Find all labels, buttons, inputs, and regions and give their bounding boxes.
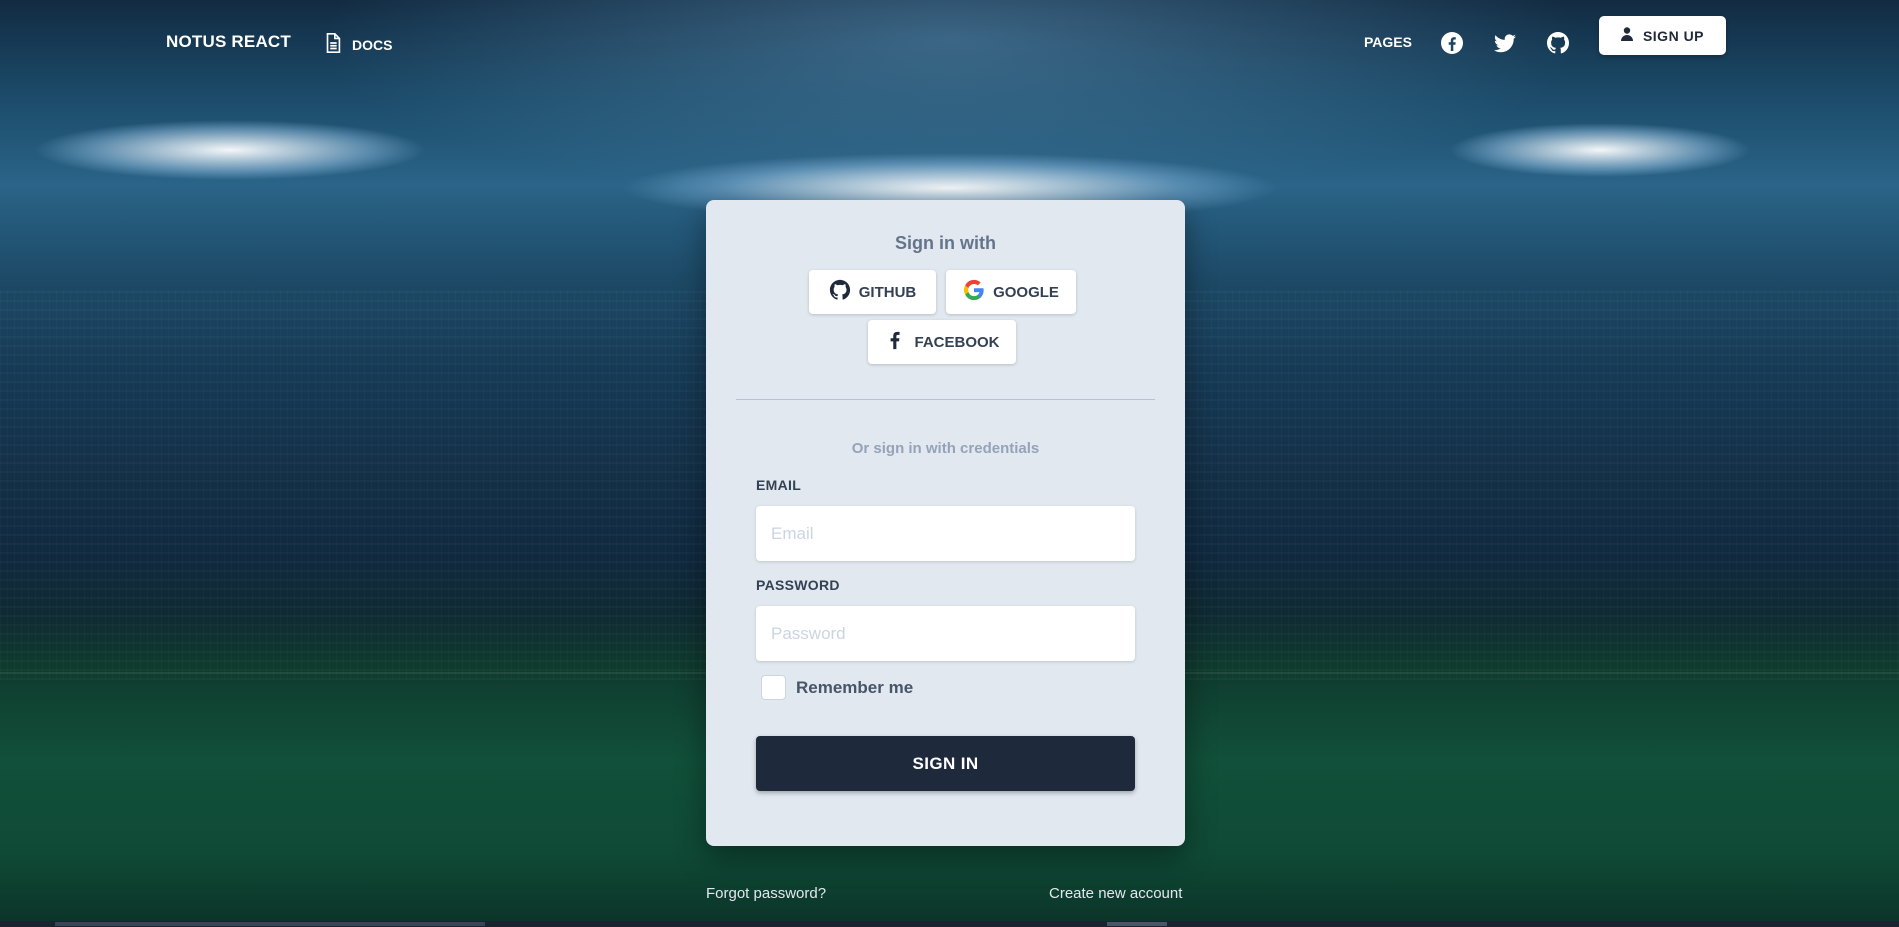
facebook-icon[interactable] [1440, 31, 1464, 55]
facebook-signin-button[interactable]: FACEBOOK [868, 320, 1016, 364]
divider [736, 399, 1155, 400]
password-label: PASSWORD [756, 577, 840, 593]
github-icon[interactable] [1546, 31, 1570, 55]
pages-dropdown[interactable]: PAGES [1364, 34, 1412, 50]
facebook-icon [884, 329, 906, 355]
brand-link[interactable]: NOTUS REACT [166, 32, 291, 52]
sign-in-button[interactable]: SIGN IN [756, 736, 1135, 791]
email-label: EMAIL [756, 477, 802, 493]
credentials-subheading: Or sign in with credentials [851, 440, 1040, 457]
horizontal-scrollbar[interactable] [0, 921, 1899, 927]
remember-me-row: Remember me [761, 675, 913, 700]
remember-me-label[interactable]: Remember me [796, 678, 913, 698]
scrollbar-track [55, 922, 485, 926]
facebook-button-label: FACEBOOK [914, 333, 1000, 351]
signup-label: SIGN UP [1642, 27, 1705, 44]
github-icon [829, 279, 851, 305]
top-navbar: NOTUS REACT DOCS PAGES SIGN UP [0, 0, 1899, 84]
google-button-label: GOOGLE [993, 283, 1059, 301]
password-input[interactable] [756, 606, 1135, 661]
signup-button[interactable]: SIGN UP [1599, 16, 1726, 55]
github-signin-button[interactable]: GITHUB [809, 270, 936, 314]
scrollbar-thumb[interactable] [1107, 922, 1167, 926]
email-input[interactable] [756, 506, 1135, 561]
docs-label: DOCS [352, 36, 393, 53]
document-icon [322, 31, 344, 58]
remember-me-checkbox[interactable] [761, 675, 786, 700]
docs-link[interactable]: DOCS [322, 31, 392, 58]
create-account-link[interactable]: Create new account [1049, 885, 1182, 902]
login-card: Sign in with GITHUB GOOGLE FACEBOOK Or s… [706, 200, 1185, 846]
github-button-label: GITHUB [858, 283, 917, 301]
google-signin-button[interactable]: GOOGLE [946, 270, 1076, 314]
user-icon [1620, 27, 1633, 44]
twitter-icon[interactable] [1493, 31, 1517, 55]
google-icon [963, 279, 985, 305]
forgot-password-link[interactable]: Forgot password? [706, 885, 826, 902]
sign-in-with-heading: Sign in with [895, 233, 996, 253]
